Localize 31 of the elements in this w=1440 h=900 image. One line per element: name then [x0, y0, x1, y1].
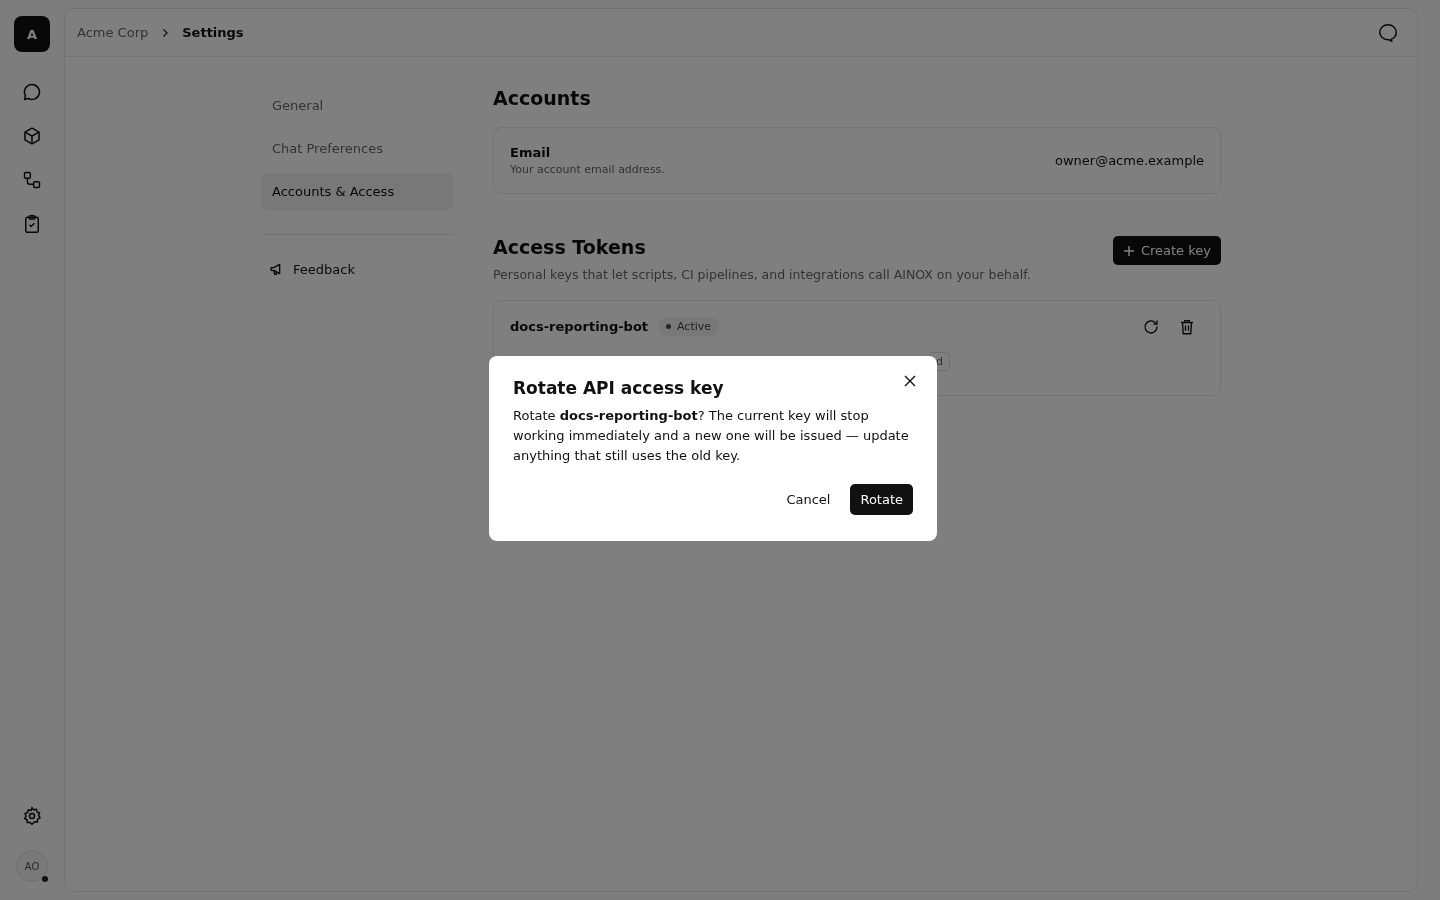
- section-title: Access Tokens: [493, 236, 647, 258]
- refresh-icon[interactable]: [1142, 317, 1160, 336]
- email-value: owner@acme.example: [1054, 153, 1204, 168]
- token-name: docs-reporting-bot: [510, 319, 649, 334]
- cube-icon[interactable]: [22, 126, 42, 146]
- settings-nav-item[interactable]: General: [261, 87, 453, 124]
- cancel-button[interactable]: Cancel: [776, 484, 841, 515]
- clipboard-check-icon[interactable]: [22, 214, 42, 234]
- chat-icon[interactable]: [22, 82, 42, 102]
- rotate-button[interactable]: Rotate: [850, 484, 913, 515]
- dialog-title: Rotate API access key: [513, 378, 725, 398]
- field-description: Your account email address.: [510, 163, 665, 176]
- workflow-icon[interactable]: [22, 170, 42, 190]
- plus-icon: [1122, 244, 1135, 257]
- settings-nav-item[interactable]: Accounts & Access: [261, 173, 453, 210]
- section-title: Accounts: [493, 87, 592, 109]
- dialog-message: Rotate docs-reporting-bot? The current key will stop working immediately and a new one will be issued — update anything that still uses the old key.: [513, 407, 910, 465]
- create-key-button[interactable]: Create key: [1112, 236, 1221, 265]
- user-avatar[interactable]: AO: [16, 850, 48, 882]
- feedback-link[interactable]: Feedback: [261, 255, 363, 283]
- settings-icon[interactable]: [22, 806, 42, 826]
- status-dot: [42, 876, 48, 882]
- section-description: Personal keys that let scripts, CI pipelines, and integrations call AINOX on your behalf.: [493, 267, 1031, 282]
- settings-nav-item[interactable]: Chat Preferences: [261, 130, 453, 167]
- status-badge: Active: [658, 317, 720, 336]
- breadcrumb-current: Settings: [182, 25, 244, 40]
- chat-bubble-icon[interactable]: [1377, 21, 1399, 44]
- workspace-logo[interactable]: A: [14, 16, 50, 52]
- trash-icon[interactable]: [1178, 317, 1196, 336]
- field-label: Email: [510, 145, 552, 160]
- breadcrumb-link[interactable]: Acme Corp: [77, 25, 149, 40]
